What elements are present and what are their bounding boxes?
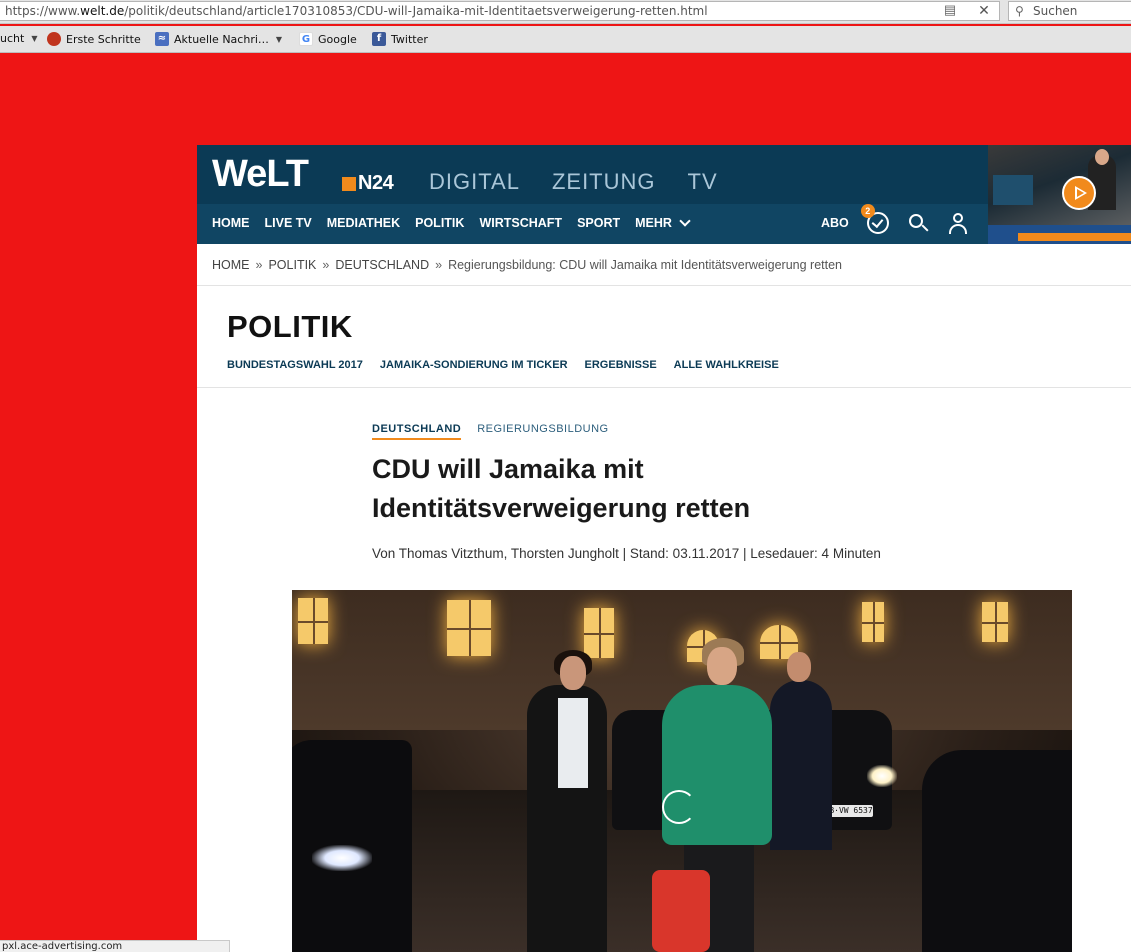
close-icon[interactable]: ✕ (975, 2, 993, 18)
lit-window (862, 602, 884, 642)
bookmark-label: Aktuelle Nachri… (174, 32, 269, 46)
top-link-zeitung[interactable]: ZEITUNG (552, 169, 656, 195)
divider (197, 387, 1131, 388)
person-center-face (707, 647, 737, 685)
nav-mehr-label: MEHR (635, 216, 672, 230)
car-right (922, 750, 1072, 952)
lit-window (447, 600, 491, 656)
bookmark-twitter[interactable]: f Twitter (372, 32, 428, 46)
article-headline: CDU will Jamaika mit Identitätsverweiger… (372, 450, 932, 528)
article-byline: Von Thomas Vitzthum, Thorsten Jungholt |… (372, 546, 881, 561)
top-link-tv[interactable]: TV (688, 169, 718, 195)
person-left-shirt (558, 698, 588, 788)
top-links: DIGITAL ZEITUNG TV (429, 169, 718, 195)
bookmarks-bar: ucht ▼ Erste Schritte ≈ Aktuelle Nachri…… (0, 26, 1131, 53)
search-icon: ⚲ (1015, 4, 1024, 18)
n24-logo[interactable]: N24 (342, 172, 394, 195)
facebook-icon: f (372, 32, 386, 46)
url-prefix: https://www. (5, 4, 81, 18)
divider (197, 285, 1131, 286)
red-handbag (652, 870, 710, 952)
top-link-digital[interactable]: DIGITAL (429, 169, 520, 195)
chevron-down-icon (679, 215, 691, 227)
video-anchor-face (1095, 149, 1109, 165)
bookmark-label: Erste Schritte (66, 32, 141, 46)
chevron-down-icon: ▼ (31, 34, 38, 43)
checkmark-icon (871, 215, 884, 229)
browser-toolbar: https://www.welt.de/politik/deutschland/… (0, 0, 1131, 24)
user-icon[interactable] (947, 212, 969, 234)
nav-politik[interactable]: POLITIK (415, 216, 464, 230)
n24-logo-text: N24 (358, 172, 394, 194)
nav-live-tv[interactable]: LIVE TV (265, 216, 312, 230)
bookmark-label: Twitter (391, 32, 428, 46)
breadcrumb: HOME » POLITIK » DEUTSCHLAND » Regierung… (212, 258, 842, 272)
car-headlight (867, 765, 897, 787)
subnav-bundestagswahl[interactable]: BUNDESTAGSWAHL 2017 (227, 359, 363, 371)
car-headlight (312, 845, 372, 871)
kicker-regierungsbildung[interactable]: REGIERUNGSBILDUNG (477, 423, 608, 440)
nav-mediathek[interactable]: MEDIATHEK (327, 216, 400, 230)
chevron-down-icon: ▼ (275, 34, 283, 44)
bookmark-aktuelle-nachrichten[interactable]: ≈ Aktuelle Nachri… ▼ (155, 32, 282, 46)
person-left-face (560, 656, 586, 690)
bookmark-label: Google (318, 32, 357, 46)
breadcrumb-separator: » (322, 258, 330, 272)
reader-view-icon[interactable]: ▤ (941, 3, 959, 17)
welt-logo[interactable]: WeLT (212, 153, 309, 196)
headline-line-1: CDU will Jamaika mit (372, 454, 644, 484)
video-ticker-highlight (1018, 233, 1131, 241)
google-icon: G (299, 32, 313, 46)
breadcrumb-current: Regierungsbildung: CDU will Jamaika mit … (448, 258, 842, 272)
nav-mehr[interactable]: MEHR (635, 215, 691, 230)
article-kicker: DEUTSCHLAND REGIERUNGSBILDUNG (372, 423, 609, 440)
play-icon[interactable] (1062, 176, 1096, 210)
lit-window (982, 602, 1008, 642)
live-video-thumbnail[interactable] (988, 145, 1131, 244)
lit-window (298, 598, 328, 644)
n24-logo-square (342, 176, 356, 191)
search-icon[interactable] (907, 212, 929, 234)
rss-icon: ≈ (155, 32, 169, 46)
breadcrumb-home[interactable]: HOME (212, 258, 250, 272)
breadcrumb-deutschland[interactable]: DEUTSCHLAND (335, 258, 429, 272)
subnav-jamaika-ticker[interactable]: JAMAIKA-SONDIERUNG IM TICKER (380, 359, 568, 371)
loading-spinner-icon (662, 790, 696, 824)
bookmark-label: ucht (0, 32, 25, 45)
nav-wirtschaft[interactable]: WIRTSCHAFT (479, 216, 562, 230)
firefox-icon (47, 32, 61, 46)
person-bodyguard (770, 680, 832, 850)
nav-home[interactable]: HOME (212, 216, 250, 230)
bookmark-folder[interactable]: ucht ▼ (0, 32, 37, 45)
article-hero-image[interactable]: B·VW 6537 (292, 590, 1072, 952)
video-studio-screen (993, 175, 1033, 205)
section-title[interactable]: POLITIK (227, 309, 353, 345)
browser-status-bar: pxl.ace-advertising.com (0, 940, 230, 952)
nav-sport[interactable]: SPORT (577, 216, 620, 230)
browser-search-input[interactable]: ⚲ Suchen (1008, 1, 1131, 21)
person-bodyguard-face (787, 652, 811, 682)
subnav-ergebnisse[interactable]: ERGEBNISSE (585, 359, 657, 371)
url-bar[interactable]: https://www.welt.de/politik/deutschland/… (0, 1, 1000, 21)
abo-link[interactable]: ABO (821, 216, 849, 230)
license-plate: B·VW 6537 (829, 805, 873, 817)
bookmark-google[interactable]: G Google (299, 32, 357, 46)
breadcrumb-separator: » (435, 258, 443, 272)
section-subnav: BUNDESTAGSWAHL 2017 JAMAIKA-SONDIERUNG I… (227, 359, 779, 371)
site-header: WeLT N24 DIGITAL ZEITUNG TV (197, 145, 988, 204)
browser-search-placeholder: Suchen (1033, 4, 1078, 18)
kicker-deutschland[interactable]: DEUTSCHLAND (372, 423, 462, 440)
welt-page: WeLT N24 DIGITAL ZEITUNG TV HOME LIVE TV… (197, 145, 1131, 952)
bookmark-erste-schritte[interactable]: Erste Schritte (47, 32, 141, 46)
subnav-wahlkreise[interactable]: ALLE WAHLKREISE (674, 359, 779, 371)
breadcrumb-separator: » (255, 258, 263, 272)
notification-badge: 2 (860, 204, 875, 218)
url-domain: welt.de (80, 4, 125, 18)
headline-line-2: Identitätsverweigerung retten (372, 493, 751, 523)
lit-window (584, 608, 614, 658)
breadcrumb-politik[interactable]: POLITIK (268, 258, 316, 272)
main-nav: HOME LIVE TV MEDIATHEK POLITIK WIRTSCHAF… (197, 204, 988, 244)
watchlist-icon[interactable]: 2 (860, 204, 889, 234)
url-path: /politik/deutschland/article170310853/CD… (124, 4, 708, 18)
